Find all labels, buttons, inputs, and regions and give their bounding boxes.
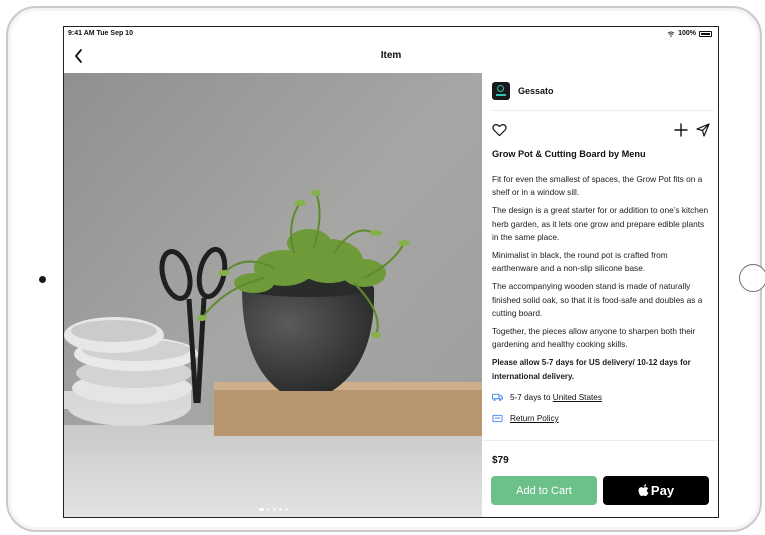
plus-icon[interactable] — [674, 123, 688, 137]
truck-icon — [492, 393, 503, 401]
action-bar — [492, 123, 710, 139]
front-camera — [39, 276, 46, 283]
description-paragraph: The accompanying wooden stand is made of… — [492, 281, 703, 318]
apple-icon — [638, 484, 649, 497]
page-title: Item — [380, 50, 402, 61]
wifi-icon — [667, 30, 675, 37]
apple-pay-button[interactable]: Pay — [603, 476, 709, 505]
seller-name: Gessato — [518, 86, 554, 96]
carousel-dot[interactable] — [284, 508, 288, 511]
seller-logo — [492, 82, 510, 100]
return-box-icon — [492, 414, 503, 423]
description-paragraph: Fit for even the smallest of spaces, the… — [492, 174, 703, 198]
return-policy-link[interactable]: Return Policy — [510, 414, 559, 423]
seller-header[interactable]: Gessato — [492, 82, 554, 100]
status-bar: 9:41 AM Tue Sep 10 100% — [64, 27, 718, 41]
heart-icon[interactable] — [492, 123, 507, 137]
return-policy-row[interactable]: Return Policy — [492, 414, 559, 423]
screen: 9:41 AM Tue Sep 10 100% Item Gessato Gro… — [63, 26, 719, 518]
carousel-dot[interactable] — [272, 508, 276, 511]
description-paragraph: The design is a great starter for or add… — [492, 205, 709, 242]
description-paragraph: Minimalist in black, the round pot is cr… — [492, 250, 668, 274]
description-paragraph: Together, the pieces allow anyone to sha… — [492, 326, 696, 350]
battery-icon — [699, 30, 712, 37]
carousel-dot[interactable] — [278, 508, 282, 511]
product-title: Grow Pot & Cutting Board by Menu — [492, 149, 646, 159]
carousel-dot[interactable] — [266, 508, 270, 511]
carousel-page-indicator[interactable] — [64, 508, 482, 511]
add-to-cart-button[interactable]: Add to Cart — [491, 476, 597, 505]
shipping-country-link[interactable]: United States — [553, 393, 602, 402]
product-price: $79 — [492, 455, 509, 466]
product-image-carousel[interactable] — [64, 73, 482, 517]
product-description: Fit for even the smallest of spaces, the… — [492, 173, 712, 388]
status-indicators: 100% — [667, 30, 712, 37]
shipping-info: 5-7 days to United States — [492, 393, 602, 402]
delivery-note: Please allow 5-7 days for US delivery/ 1… — [492, 358, 691, 381]
navigation-bar: Item — [64, 41, 718, 74]
carousel-dot[interactable] — [258, 508, 264, 511]
product-details-panel: Gessato Grow Pot & Cutting Board by Menu… — [482, 73, 718, 517]
divider — [482, 440, 718, 441]
divider — [492, 110, 714, 111]
apple-pay-label: Pay — [650, 483, 675, 498]
product-photo — [64, 73, 482, 517]
battery-percent: 100% — [678, 30, 696, 37]
shipping-text: 5-7 days to United States — [510, 393, 602, 402]
send-icon[interactable] — [696, 123, 710, 137]
status-time: 9:41 AM Tue Sep 10 — [68, 30, 133, 37]
shipping-prefix: 5-7 days to — [510, 393, 553, 402]
home-button[interactable] — [739, 264, 765, 292]
